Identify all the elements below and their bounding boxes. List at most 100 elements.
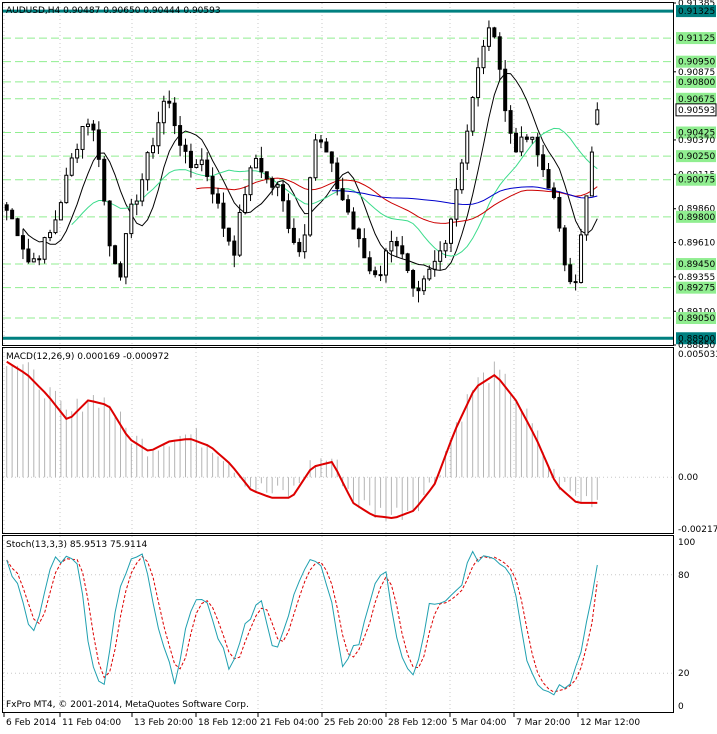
candle-body xyxy=(503,68,508,112)
candle-body xyxy=(64,174,69,204)
price-level-label: 0.90075 xyxy=(678,176,715,186)
time-axis-label: 6 Feb 2014 xyxy=(6,718,57,728)
candle-body xyxy=(275,184,280,188)
candle-body xyxy=(459,162,464,191)
candle-body xyxy=(340,188,345,201)
candle-body xyxy=(286,200,291,229)
candle-body xyxy=(297,241,302,253)
stoch-panel-frame xyxy=(2,535,674,713)
price-tick-label: 0.89610 xyxy=(678,238,715,248)
candle-body xyxy=(161,100,166,124)
candle-body xyxy=(232,240,237,256)
candle-body xyxy=(562,227,567,266)
candle-body xyxy=(351,211,356,230)
candle-body xyxy=(248,167,253,196)
price-level-label: 0.91125 xyxy=(678,34,715,44)
candle-body xyxy=(31,258,36,263)
candle-body xyxy=(584,195,589,236)
candle-body xyxy=(264,171,269,180)
price-level-label: 0.90250 xyxy=(678,152,715,162)
time-axis-label: 5 Mar 04:00 xyxy=(452,718,507,728)
time-axis-label: 25 Feb 20:00 xyxy=(324,718,383,728)
candle-body xyxy=(237,211,242,256)
candle-body xyxy=(329,151,334,164)
candle-body xyxy=(519,136,524,153)
candle-body xyxy=(58,202,63,221)
price-level-label: 0.89275 xyxy=(678,284,715,294)
candle-body xyxy=(373,270,378,276)
time-axis-label: 11 Feb 04:00 xyxy=(62,718,121,728)
candle-body xyxy=(465,130,470,164)
time-axis-label: 7 Mar 20:00 xyxy=(516,718,571,728)
candle-body xyxy=(432,260,437,270)
candle-body xyxy=(308,177,313,236)
candle-body xyxy=(194,164,199,169)
price-tick-label: 0.90370 xyxy=(678,136,715,146)
candle-body xyxy=(497,36,502,70)
time-axis-label: 12 Mar 12:00 xyxy=(580,718,640,728)
candle-body xyxy=(546,169,551,189)
candle-body xyxy=(595,109,600,125)
candle-body xyxy=(205,159,210,177)
candle-body xyxy=(118,263,123,278)
candle-body xyxy=(53,219,58,234)
candle-body xyxy=(535,136,540,156)
candle-body xyxy=(134,200,139,205)
candle-body xyxy=(42,237,47,260)
candle-body xyxy=(270,178,275,188)
symbol-header: AUDUSD,H4 0.90487 0.90650 0.90444 0.9059… xyxy=(6,6,221,16)
candle-body xyxy=(37,258,42,261)
candle-body xyxy=(589,151,594,197)
macd-header: MACD(12,26,9) 0.000169 -0.000972 xyxy=(6,352,169,362)
candle-body xyxy=(579,234,584,283)
candle-body xyxy=(226,227,231,242)
candle-body xyxy=(145,152,150,181)
candle-body xyxy=(107,200,112,247)
candle-body xyxy=(91,123,96,131)
price-tick-label: 0.89355 xyxy=(678,273,715,283)
candle-body xyxy=(573,281,578,284)
candle-body xyxy=(356,228,361,240)
candle-body xyxy=(421,278,426,292)
candle-body xyxy=(172,102,177,127)
price-level-label: 0.89450 xyxy=(678,260,715,270)
time-axis-label: 13 Feb 20:00 xyxy=(134,718,193,728)
price-level-label: 0.90950 xyxy=(678,58,715,68)
candle-body xyxy=(4,204,9,211)
candle-body xyxy=(405,253,410,272)
candle-body xyxy=(411,270,416,289)
candle-body xyxy=(26,248,31,263)
candle-body xyxy=(313,139,318,179)
candle-body xyxy=(216,193,221,204)
candle-body xyxy=(183,144,188,152)
mt4-chart-window[interactable]: 0.91385 0.91325 0.91125 0.90950 0.90875 0.908… xyxy=(0,0,717,730)
candle-body xyxy=(140,179,145,202)
candle-body xyxy=(129,203,134,235)
candle-body xyxy=(508,110,513,134)
candle-body xyxy=(481,45,486,69)
candle-body xyxy=(123,233,128,278)
candle-body xyxy=(486,27,491,47)
macd-panel-frame xyxy=(2,347,674,534)
candle-body xyxy=(281,184,286,202)
candle-body xyxy=(449,218,453,244)
time-axis-label: 18 Feb 12:00 xyxy=(198,718,257,728)
candle-body xyxy=(346,199,351,213)
candle-body xyxy=(75,148,80,159)
candle-body xyxy=(178,125,183,146)
candle-body xyxy=(69,157,74,176)
price-level-label: 0.90800 xyxy=(678,78,715,88)
candle-body xyxy=(383,250,388,276)
stoch-header: Stoch(13,3,3) 85.9513 75.9114 xyxy=(6,540,147,550)
candle-body xyxy=(389,240,394,252)
candle-body xyxy=(188,150,193,169)
stoch-axis-label: 20 xyxy=(678,669,690,679)
candle-body xyxy=(210,175,215,195)
candle-body xyxy=(80,126,85,150)
candle-body xyxy=(85,123,90,128)
stoch-axis-label: 100 xyxy=(678,538,695,548)
candle-body xyxy=(378,274,383,277)
candle-body xyxy=(416,287,421,292)
candle-body xyxy=(15,218,20,237)
candle-body xyxy=(335,162,340,190)
